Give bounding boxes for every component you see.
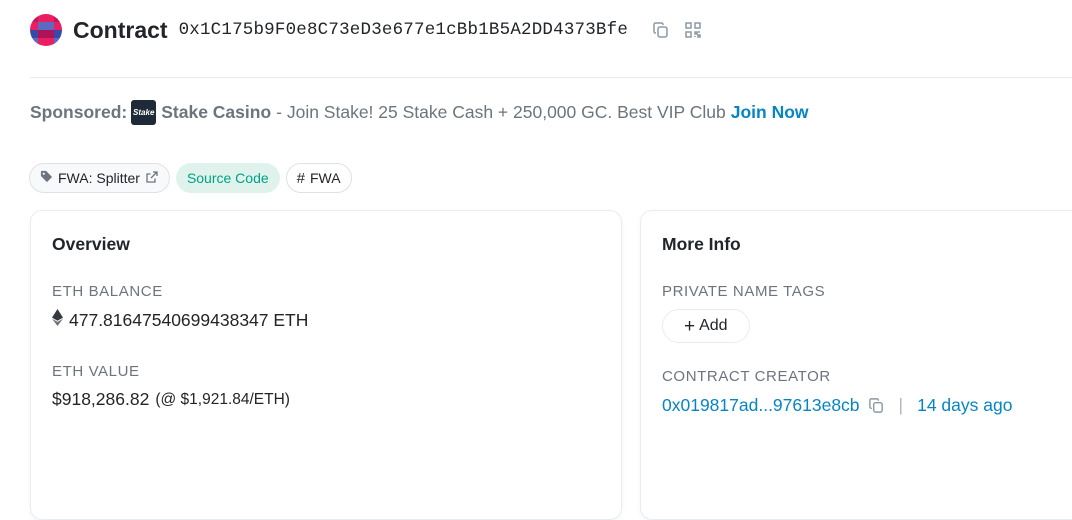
overview-card: Overview ETH BALANCE 477.816475406994383… (30, 210, 622, 520)
tag-label: Source Code (186, 170, 269, 186)
contract-avatar (30, 14, 62, 46)
copy-icon[interactable] (650, 19, 672, 41)
tag-source-code[interactable]: Source Code (175, 163, 280, 193)
eth-balance-value: 477.81647540699438347 ETH (52, 309, 308, 331)
sponsor-description: - Join Stake! 25 Stake Cash + 250,000 GC… (276, 102, 726, 122)
more-info-title: More Info (662, 234, 741, 254)
eth-value: $918,286.82 (@ $1,921.84/ETH) (52, 389, 290, 410)
eth-value-label: ETH VALUE (52, 363, 140, 380)
contract-tags: FWA: Splitter Source Code # FWA (29, 163, 352, 193)
private-name-tags-label: PRIVATE NAME TAGS (662, 283, 826, 300)
more-info-card: More Info PRIVATE NAME TAGS + Add CONTRA… (640, 210, 1072, 520)
header-divider (30, 77, 1072, 78)
eth-price-rate: (@ $1,921.84/ETH) (155, 390, 290, 408)
sponsor-brand[interactable]: Stake Casino (161, 102, 271, 123)
eth-value-amount: $918,286.82 (52, 389, 150, 409)
page-header: Contract 0x1C175b9F0e8C73eD3e677e1cBb1B5… (30, 10, 704, 50)
copy-icon[interactable] (868, 397, 885, 414)
contract-address[interactable]: 0x1C175b9F0e8C73eD3e677e1cBb1B5A2DD4373B… (179, 20, 628, 40)
plus-icon: + (684, 315, 696, 337)
add-private-tag-button[interactable]: + Add (662, 309, 750, 343)
add-label: Add (699, 317, 728, 334)
qr-code-icon[interactable] (682, 19, 704, 41)
tag-label: FWA (310, 170, 341, 186)
join-now-link[interactable]: Join Now (731, 102, 809, 123)
external-link-icon (145, 170, 159, 187)
tag-label: FWA: Splitter (58, 170, 140, 186)
tag-icon (40, 170, 53, 186)
tag-fwa-splitter[interactable]: FWA: Splitter (29, 163, 170, 193)
stake-logo: Stake (131, 100, 157, 125)
contract-creator: 0x019817ad...97613e8cb | 14 days ago (662, 395, 1012, 416)
sponsored-label: Sponsored: (30, 102, 128, 122)
hash-icon: # (296, 169, 305, 187)
sponsored-banner: Sponsored: Stake Stake Casino - Join Sta… (30, 100, 809, 125)
separator: | (898, 395, 904, 415)
contract-creator-label: CONTRACT CREATOR (662, 368, 831, 385)
ethereum-icon (52, 309, 63, 331)
overview-title: Overview (52, 234, 130, 254)
eth-balance-amount: 477.81647540699438347 ETH (69, 309, 309, 330)
creator-address-link[interactable]: 0x019817ad...97613e8cb (662, 395, 860, 416)
creation-tx-link[interactable]: 14 days ago (917, 395, 1012, 416)
page-title: Contract (73, 16, 168, 43)
eth-balance-label: ETH BALANCE (52, 283, 163, 300)
tag-fwa[interactable]: # FWA (285, 163, 352, 193)
